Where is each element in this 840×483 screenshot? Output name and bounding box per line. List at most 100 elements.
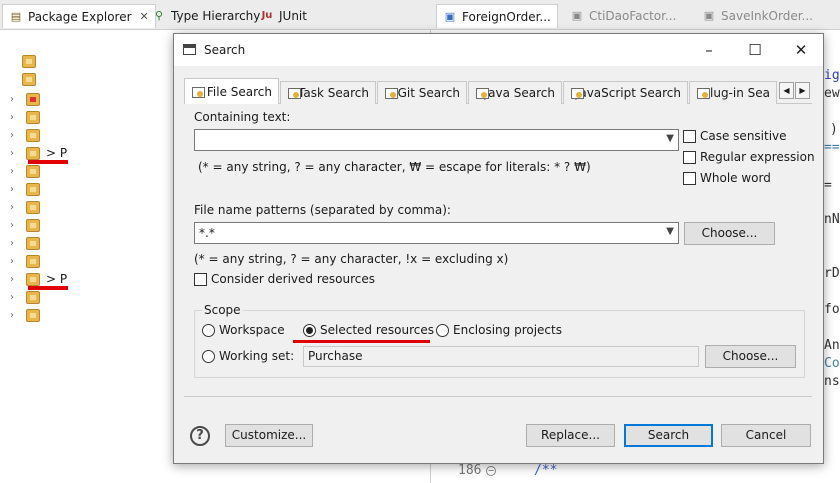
tree-item[interactable]: › [10,90,40,108]
tree-item[interactable]: › [10,252,40,270]
red-highlight-underline [28,286,68,290]
radio-button[interactable] [436,323,449,337]
chevron-right-icon[interactable]: › [10,166,20,177]
search-button[interactable]: Search [624,424,713,447]
tree-item[interactable]: › [10,216,40,234]
chevron-right-icon[interactable]: › [10,112,20,123]
checkbox-box[interactable] [683,171,696,185]
chevron-down-icon[interactable]: ▼ [666,226,674,237]
package-icon [26,182,40,196]
selected-resources-radio[interactable]: Selected resources [303,323,434,337]
tab-java-search[interactable]: Java Search [468,81,562,104]
tree-item[interactable]: › [10,234,40,252]
package-icon [26,254,40,268]
choose-working-set-button[interactable]: Choose... [705,345,796,368]
tab-editor-ctidaofactor[interactable]: ▣ CtiDaoFactor... [570,4,677,28]
close-icon[interactable]: ✕ [778,34,824,66]
minimize-icon[interactable]: – [686,34,732,66]
replace-button[interactable]: Replace... [526,424,615,447]
code-fragment: An [824,338,840,353]
checkbox-box[interactable] [194,272,207,286]
choose-file-patterns-button[interactable]: Choose... [684,222,775,245]
chevron-right-icon[interactable]: › [10,310,20,321]
tab-label: Plug-in Sea [702,86,770,100]
scope-label: Scope [202,303,243,317]
tree-item[interactable]: › [10,108,40,126]
tree-item[interactable]: › [10,180,40,198]
chevron-right-icon[interactable]: › [10,256,20,267]
checkbox-box[interactable] [683,150,696,164]
working-set-label: Working set: [219,349,295,363]
junit-icon: Ju [261,10,273,21]
chevron-right-icon[interactable]: › [10,148,20,159]
package-icon [26,128,40,142]
case-sensitive-checkbox[interactable]: Case sensitive [683,129,787,143]
whole-word-label: Whole word [700,171,771,185]
tab-git-search[interactable]: Git Search [377,81,467,104]
tab-file-search[interactable]: File Search [184,78,279,105]
containing-text-input[interactable]: ▼ [194,129,679,151]
tree-item[interactable]: › [10,198,40,216]
case-sensitive-label: Case sensitive [700,129,787,143]
package-icon [26,200,40,214]
file-patterns-input[interactable]: *.* ▼ [194,222,679,244]
scroll-tabs-left-icon[interactable]: ◀ [779,82,794,99]
checkbox-box[interactable] [683,129,696,143]
chevron-down-icon[interactable]: ▼ [666,133,674,144]
maximize-icon[interactable]: ☐ [732,34,778,66]
red-highlight-underline [293,340,430,343]
chevron-right-icon[interactable]: › [10,220,20,231]
tab-package-explorer[interactable]: ▤ Package Explorer ✕ [2,4,156,28]
customize-button[interactable]: Customize... [225,424,313,447]
whole-word-checkbox[interactable]: Whole word [683,171,771,185]
file-patterns-value: *.* [199,226,215,240]
chevron-right-icon[interactable]: › [10,184,20,195]
radio-button[interactable] [202,349,215,363]
consider-derived-label: Consider derived resources [211,272,375,286]
workspace-label: Workspace [219,323,285,337]
dialog-titlebar[interactable]: Search – ☐ ✕ [174,34,823,66]
code-fragment: ) [830,122,838,137]
package-icon [26,164,40,178]
cancel-button[interactable]: Cancel [721,424,811,447]
tab-task-search[interactable]: Task Search [280,81,376,104]
chevron-right-icon[interactable]: › [10,130,20,141]
scroll-tabs-right-icon[interactable]: ▶ [795,82,810,99]
chevron-right-icon[interactable]: › [10,292,20,303]
chevron-right-icon[interactable]: › [10,238,20,249]
package-icon [26,110,40,124]
tab-junit[interactable]: Ju JUnit [260,4,307,28]
regular-expression-checkbox[interactable]: Regular expression [683,150,815,164]
workspace-radio[interactable]: Workspace [202,323,285,337]
chevron-right-icon[interactable]: › [10,274,20,285]
working-set-radio[interactable]: Working set: [202,349,294,363]
tree-item[interactable]: › [10,288,40,306]
enclosing-projects-radio[interactable]: Enclosing projects [436,323,562,337]
tab-editor-foreignorder[interactable]: ▣ ForeignOrder... [436,4,558,28]
consider-derived-checkbox[interactable]: Consider derived resources [194,272,375,286]
radio-button[interactable] [202,323,215,337]
tree-item[interactable]: › [10,126,40,144]
tree-item[interactable]: › [10,162,40,180]
tree-item-label: > P [46,146,68,160]
tree-item[interactable] [22,70,36,88]
tab-plugin-search[interactable]: Plug-in Sea [689,81,777,104]
code-fragment: = [824,178,832,193]
chevron-right-icon[interactable]: › [10,94,20,105]
tab-editor-saveinkorder[interactable]: ▣ SaveInkOrder... [702,4,813,28]
code-fragment: Co [824,356,840,371]
search-tab-strip: File Search Task Search Git Search Java … [184,78,812,105]
tab-type-hierarchy[interactable]: ⚲ Type Hierarchy [152,4,260,28]
selected-resources-label: Selected resources [320,323,434,337]
tab-javascript-search[interactable]: JavaScript Search [563,81,688,104]
package-icon [26,146,40,160]
tree-item[interactable] [22,52,36,70]
help-icon[interactable]: ? [190,426,210,446]
fold-toggle-icon[interactable]: − [486,466,496,476]
radio-button-selected[interactable] [303,323,316,337]
package-icon [26,308,40,322]
package-icon [26,272,40,286]
tree-item[interactable]: › [10,306,40,324]
close-icon[interactable]: ✕ [140,10,149,23]
chevron-right-icon[interactable]: › [10,202,20,213]
